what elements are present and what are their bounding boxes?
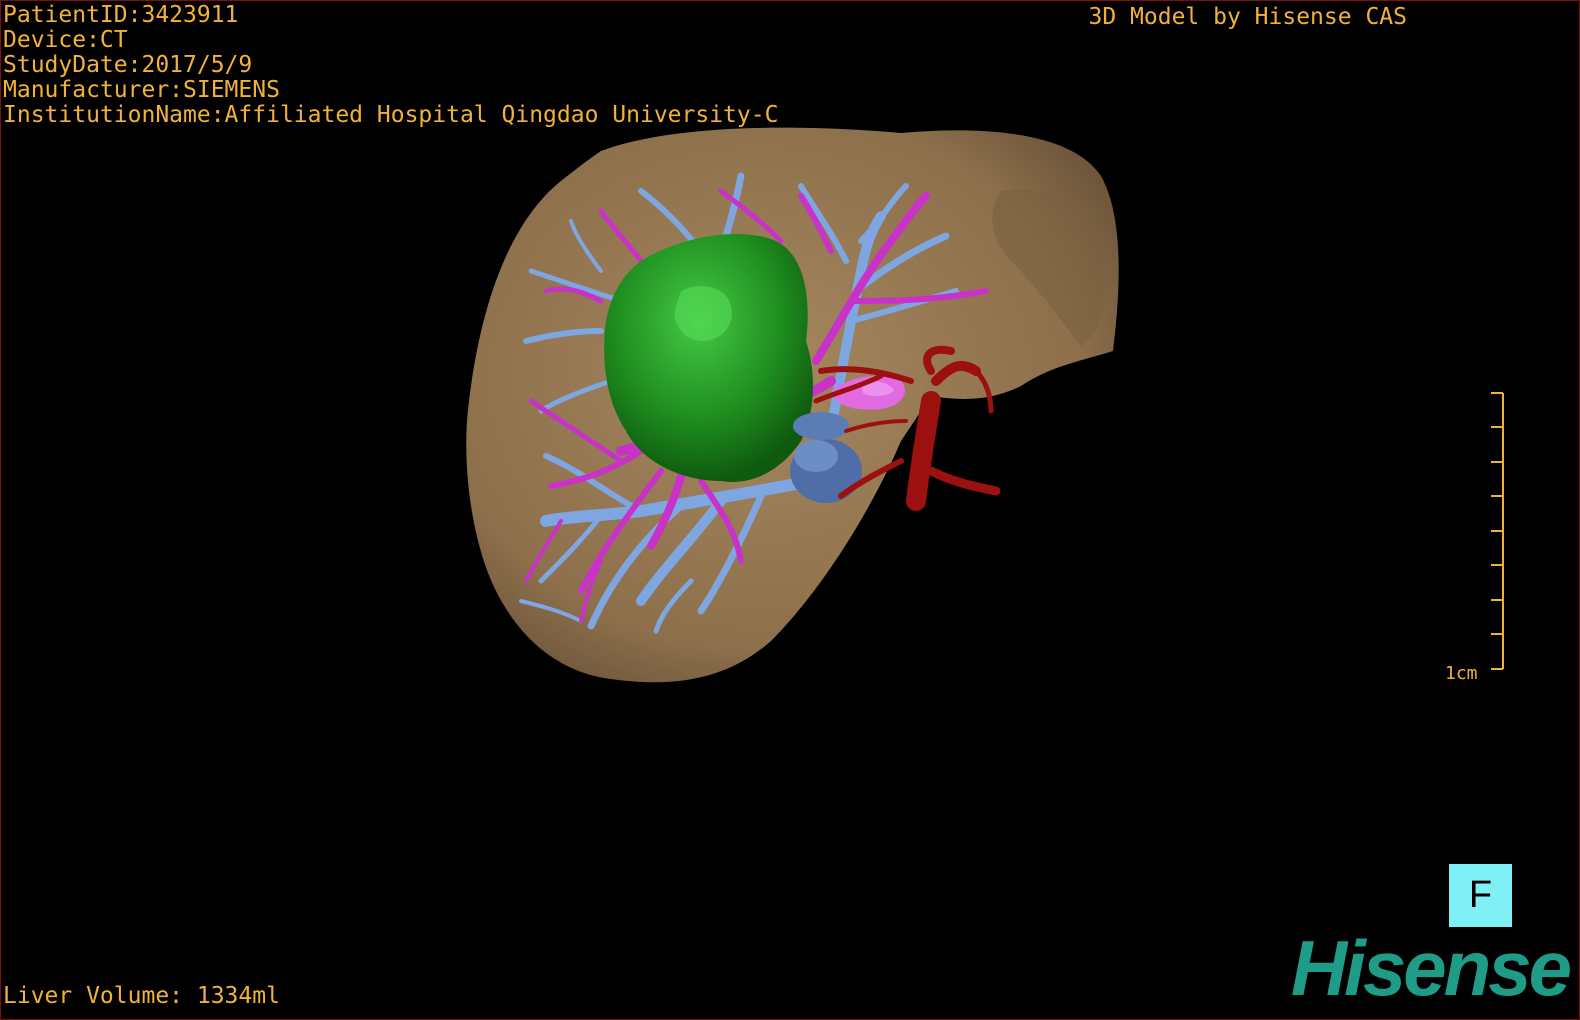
tumor-highlight bbox=[674, 286, 732, 341]
patient-id-text: PatientID:3423911 bbox=[3, 2, 239, 28]
liver-3d-model[interactable] bbox=[1, 1, 1579, 1019]
patient-info-overlay: PatientID:3423911 Device:CT StudyDate:20… bbox=[3, 3, 778, 128]
orientation-front-button[interactable]: F bbox=[1449, 864, 1512, 927]
hisense-logo: Hisense bbox=[1290, 924, 1572, 1012]
liver-volume-label: Liver Volume: 1334ml bbox=[3, 983, 280, 1009]
manufacturer-text: Manufacturer:SIEMENS bbox=[3, 77, 280, 103]
device-text: Device:CT bbox=[3, 27, 128, 53]
model-brand-label: 3D Model by Hisense CAS bbox=[1088, 4, 1408, 30]
3d-viewport[interactable]: PatientID:3423911 Device:CT StudyDate:20… bbox=[0, 0, 1580, 1020]
institution-text: InstitutionName:Affiliated Hospital Qing… bbox=[3, 102, 779, 128]
scale-bar-label: 1cm bbox=[1445, 663, 1478, 684]
scale-bar bbox=[1491, 392, 1504, 670]
tumor-mass bbox=[604, 233, 813, 482]
study-date-text: StudyDate:2017/5/9 bbox=[3, 52, 253, 78]
